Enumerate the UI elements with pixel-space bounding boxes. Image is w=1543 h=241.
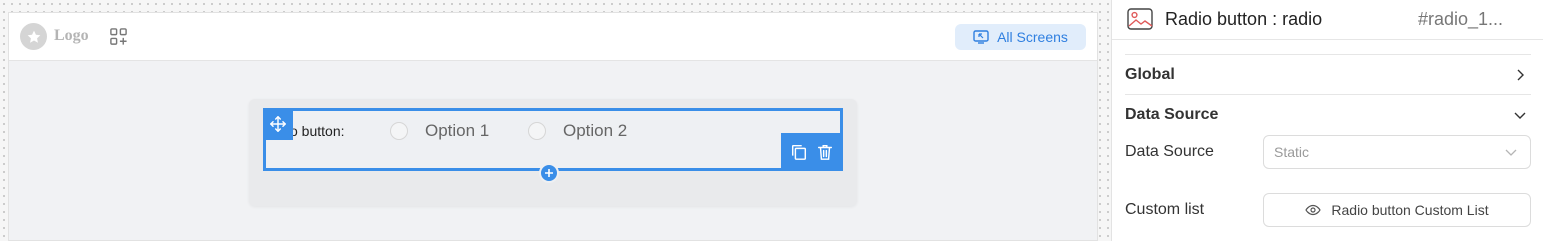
radio-widget-label: o button:: [290, 123, 345, 139]
section-title: Global: [1125, 65, 1175, 83]
radio-option-label: Option 1: [425, 121, 490, 140]
radio-circle[interactable]: [528, 122, 546, 140]
panel-title: Radio button : radio: [1165, 9, 1323, 29]
screens-icon: [973, 30, 989, 44]
custom-list-button-label: Radio button Custom List: [1331, 202, 1489, 218]
chevron-down-icon: [1505, 149, 1517, 156]
all-screens-button[interactable]: All Screens: [955, 24, 1086, 50]
radio-option-label: Option 2: [563, 121, 628, 140]
property-panel: Radio button : radio #radio_1... Global …: [1111, 0, 1543, 241]
duplicate-icon[interactable]: [790, 143, 808, 161]
trash-icon[interactable]: [816, 143, 834, 161]
section-title: Data Source: [1125, 105, 1219, 123]
image-icon: [1127, 8, 1153, 30]
custom-list-button[interactable]: Radio button Custom List: [1263, 193, 1531, 227]
star-icon: [20, 23, 47, 50]
radio-circle[interactable]: [390, 122, 408, 140]
section-data-source[interactable]: Data Source: [1125, 94, 1531, 134]
add-widget-icon[interactable]: [109, 27, 128, 46]
data-source-select[interactable]: Static: [1263, 135, 1531, 169]
radio-option-1[interactable]: Option 1: [390, 121, 489, 141]
screen-header: Logo All Screens: [9, 13, 1097, 61]
component-card: o button: Option 1 Option 2: [249, 99, 857, 206]
plus-icon[interactable]: [539, 163, 559, 183]
chevron-down-icon: [1514, 112, 1526, 119]
eye-icon: [1305, 204, 1322, 216]
component-id[interactable]: #radio_1...: [1418, 9, 1503, 30]
all-screens-label: All Screens: [997, 29, 1068, 45]
section-global[interactable]: Global: [1125, 54, 1531, 94]
data-source-label: Data Source: [1125, 143, 1214, 160]
move-icon[interactable]: [263, 108, 293, 140]
custom-list-label: Custom list: [1125, 201, 1205, 218]
logo-text: Logo: [54, 27, 89, 44]
radio-option-2[interactable]: Option 2: [528, 121, 627, 141]
design-canvas[interactable]: Logo All Screens o button: Option 1 Opti…: [0, 0, 1111, 241]
radio-widget-selected[interactable]: o button: Option 1 Option 2: [263, 108, 843, 183]
panel-header: Radio button : radio #radio_1...: [1112, 0, 1543, 40]
select-value: Static: [1274, 144, 1310, 160]
widget-action-bar: [781, 133, 843, 171]
chevron-right-icon: [1517, 69, 1524, 80]
screen-frame[interactable]: Logo All Screens o button: Option 1 Opti…: [8, 12, 1098, 241]
